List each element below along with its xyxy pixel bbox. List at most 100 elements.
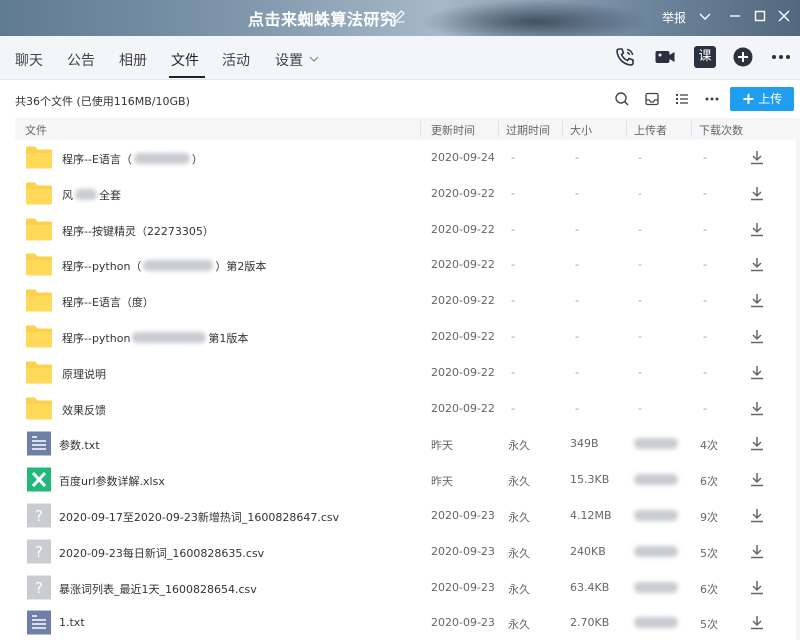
col-expires[interactable]: 过期时间: [506, 122, 550, 138]
file-name[interactable]: 程序--E语言（ ）: [62, 151, 203, 167]
uploader-redacted: [634, 617, 678, 629]
col-downloads[interactable]: 下载次数: [699, 122, 743, 138]
expiry: 永久: [508, 439, 530, 453]
file-name[interactable]: 程序--按键精灵（22273305）: [62, 223, 214, 239]
column-divider[interactable]: [498, 121, 499, 137]
download-icon[interactable]: [750, 150, 764, 165]
file-name[interactable]: 参数.txt: [59, 437, 100, 453]
chevron-down-icon[interactable]: [309, 55, 319, 63]
download-icon[interactable]: [750, 401, 764, 416]
scrollbar[interactable]: [796, 140, 800, 640]
phone-icon[interactable]: [614, 46, 636, 68]
file-row[interactable]: 程序--python 第1版本 2020-09-22 - - - -: [15, 319, 800, 354]
tab-album[interactable]: 相册: [119, 50, 147, 70]
file-name[interactable]: 原理说明: [62, 366, 106, 382]
col-updated[interactable]: 更新时间: [431, 122, 475, 138]
file-row[interactable]: 程序--python（ ）第2版本 2020-09-22 - - - -: [15, 247, 800, 282]
uploader: -: [638, 258, 642, 272]
upload-button[interactable]: + 上传: [730, 87, 794, 111]
file-name[interactable]: 百度url参数详解.xlsx: [59, 473, 165, 489]
folder-icon: [26, 361, 52, 384]
uploader-redacted: [634, 474, 678, 486]
file-name-text: 风: [62, 188, 73, 202]
more-options-icon[interactable]: [704, 91, 720, 107]
updated-date: 2020-09-22: [431, 401, 495, 415]
tab-files[interactable]: 文件: [171, 50, 199, 70]
file-name-suffix: ）: [191, 153, 203, 166]
download-icon[interactable]: [750, 293, 764, 308]
minimize-icon[interactable]: [727, 8, 743, 24]
file-name[interactable]: 暴涨词列表_最近1天_1600828654.csv: [59, 581, 257, 597]
file-name[interactable]: 效果反馈: [62, 402, 106, 418]
course-icon[interactable]: 课: [694, 46, 716, 68]
file-row[interactable]: 程序--E语言（ ） 2020-09-24 - - - -: [15, 140, 800, 175]
video-icon[interactable]: [654, 46, 676, 68]
updated-date: 2020-09-23: [431, 616, 495, 630]
tab-settings[interactable]: 设置: [275, 50, 303, 70]
tab-announcements[interactable]: 公告: [67, 50, 95, 70]
file-row[interactable]: 1.txt 2020-09-23 永久 2.70KB 5次: [15, 605, 800, 640]
file-name-text: 2020-09-17至2020-09-23新增热词_1600828647.csv: [59, 511, 340, 524]
download-icon[interactable]: [750, 472, 764, 487]
download-icon[interactable]: [750, 365, 764, 380]
expiry: -: [511, 258, 515, 272]
download-icon[interactable]: [750, 436, 764, 451]
file-row[interactable]: 风 全套 2020-09-22 - - - -: [15, 176, 800, 211]
search-icon[interactable]: [614, 91, 630, 107]
download-icon[interactable]: [750, 329, 764, 344]
uploader-redacted: [634, 510, 678, 521]
updated-date: 2020-09-24: [431, 151, 495, 164]
file-name[interactable]: 1.txt: [59, 616, 85, 629]
tab-chat[interactable]: 聊天: [15, 50, 43, 70]
column-divider[interactable]: [691, 121, 692, 137]
redacted-text: [133, 153, 190, 164]
download-icon[interactable]: [750, 580, 764, 595]
folder-icon: [26, 253, 52, 276]
download-icon[interactable]: [750, 508, 764, 523]
file-row[interactable]: ? 2020-09-23每日新词_1600828635.csv 2020-09-23…: [15, 534, 800, 569]
report-button[interactable]: 举报: [662, 9, 686, 26]
file-row[interactable]: 原理说明 2020-09-22 - - - -: [15, 355, 800, 390]
download-icon[interactable]: [750, 615, 764, 630]
column-divider[interactable]: [420, 121, 421, 137]
col-size[interactable]: 大小: [570, 122, 592, 138]
file-name[interactable]: 2020-09-17至2020-09-23新增热词_1600828647.csv: [59, 509, 339, 525]
download-icon[interactable]: [750, 222, 764, 237]
expiry: -: [511, 186, 515, 200]
more-icon[interactable]: [770, 46, 792, 68]
download-icon[interactable]: [750, 257, 764, 272]
inbox-icon[interactable]: [644, 91, 660, 107]
download-icon[interactable]: [750, 544, 764, 559]
maximize-icon[interactable]: [752, 8, 768, 24]
file-name[interactable]: 2020-09-23每日新词_1600828635.csv: [59, 545, 264, 561]
file-row[interactable]: ? 暴涨词列表_最近1天_1600828654.csv 2020-09-23 永久 63…: [15, 570, 800, 605]
uploader-redacted: [634, 581, 678, 593]
edit-icon[interactable]: [392, 9, 406, 23]
file-row[interactable]: 程序--按键精灵（22273305） 2020-09-22 - - - -: [15, 212, 800, 247]
list-view-icon[interactable]: [674, 91, 690, 107]
file-row[interactable]: 百度url参数详解.xlsx 昨天 永久 15.3KB 6次: [15, 462, 800, 497]
col-name[interactable]: 文件: [25, 122, 47, 138]
chevron-down-icon[interactable]: [697, 8, 713, 24]
column-divider[interactable]: [562, 121, 563, 137]
column-divider[interactable]: [626, 121, 627, 137]
updated-date: 2020-09-23: [431, 544, 495, 558]
file-name[interactable]: 程序--E语言（度）: [62, 294, 154, 310]
add-icon[interactable]: [732, 46, 754, 68]
close-icon[interactable]: [776, 8, 792, 24]
expiry: -: [511, 401, 515, 415]
file-row[interactable]: 程序--E语言（度） 2020-09-22 - - - -: [15, 283, 800, 318]
file-name[interactable]: 风 全套: [62, 187, 121, 203]
download-icon[interactable]: [750, 186, 764, 201]
file-row[interactable]: ? 2020-09-17至2020-09-23新增热词_1600828647.cs…: [15, 498, 800, 533]
file-name[interactable]: 程序--python 第1版本: [62, 330, 248, 346]
tab-activities[interactable]: 活动: [222, 50, 250, 70]
excel-file-icon: [27, 467, 51, 492]
file-row[interactable]: 效果反馈 2020-09-22 - - - -: [15, 391, 800, 426]
col-uploader[interactable]: 上传者: [634, 122, 667, 138]
expiry: 永久: [508, 546, 530, 560]
file-name-suffix: ）第2版本: [215, 260, 267, 274]
file-row[interactable]: 参数.txt 昨天 永久 349B 4次: [15, 426, 800, 461]
file-name[interactable]: 程序--python（ ）第2版本: [62, 258, 266, 274]
unknown-file-icon: ?: [27, 503, 51, 528]
